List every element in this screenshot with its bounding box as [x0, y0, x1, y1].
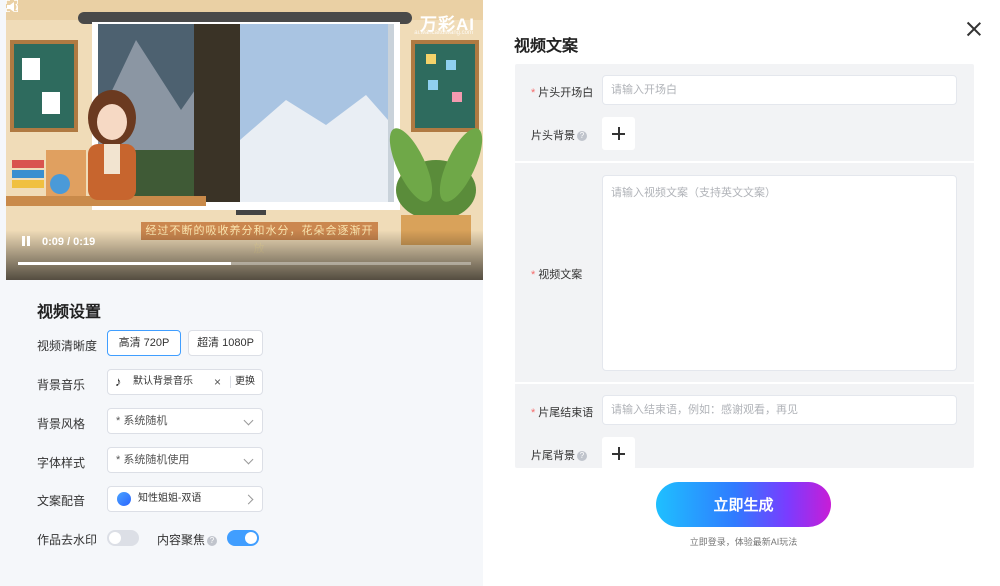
- script-form: *片头开场白 片头背景? *视频文案 *片尾结束语 片尾背景?: [515, 64, 974, 468]
- video-generator-dialog: 万彩AI ai.wancaituiwang.com 经过不断的吸收养分和水分，花…: [0, 0, 1000, 586]
- required-mark: *: [531, 407, 536, 419]
- style-select[interactable]: * 系统随机: [107, 408, 263, 434]
- voice-avatar-icon: [117, 492, 131, 506]
- generate-button[interactable]: 立即生成: [656, 482, 831, 527]
- pause-icon[interactable]: [20, 235, 32, 247]
- help-icon[interactable]: ?: [577, 131, 587, 142]
- ending-input[interactable]: [602, 395, 957, 425]
- chevron-down-icon: [243, 454, 254, 465]
- music-name: 默认背景音乐: [133, 376, 193, 387]
- opening-bg-label: 片头背景?: [531, 127, 587, 143]
- ending-bg-label-text: 片尾背景: [531, 450, 575, 462]
- video-progress-bar[interactable]: [18, 262, 471, 265]
- video-player[interactable]: 万彩AI ai.wancaituiwang.com 经过不断的吸收养分和水分，花…: [6, 0, 483, 280]
- login-tip[interactable]: 立即登录，体验最新AI玩法: [656, 535, 831, 548]
- ending-bg-add-button[interactable]: [602, 437, 635, 468]
- body-label: * 视频文案: [531, 266, 582, 282]
- font-select[interactable]: * 系统随机使用: [107, 447, 263, 473]
- focus-toggle[interactable]: [227, 530, 259, 546]
- music-change-button[interactable]: 更换: [235, 370, 255, 394]
- chevron-right-icon: [243, 494, 254, 505]
- resolution-label: 视频清晰度: [37, 339, 98, 353]
- resolution-1080p-button[interactable]: 超清 1080P: [188, 330, 263, 356]
- opening-label: * 片头开场白: [531, 84, 593, 100]
- fullscreen-icon[interactable]: [6, 0, 18, 12]
- required-mark: *: [531, 87, 536, 99]
- font-label: 字体样式: [37, 456, 86, 470]
- brand-watermark-url: ai.wancaituiwang.com: [414, 30, 473, 36]
- voice-value: 知性姐姐-双语: [138, 493, 202, 504]
- watermark-toggle[interactable]: [107, 530, 139, 546]
- music-clear-icon[interactable]: ×: [214, 370, 221, 394]
- style-label: 背景风格: [37, 417, 86, 431]
- ending-label: * 片尾结束语: [531, 404, 593, 420]
- opening-input[interactable]: [602, 75, 957, 105]
- close-icon[interactable]: [966, 21, 982, 37]
- body-label-text: 视频文案: [538, 269, 583, 281]
- form-divider: [515, 161, 974, 163]
- ending-bg-label: 片尾背景?: [531, 447, 587, 463]
- opening-bg-label-text: 片头背景: [531, 130, 575, 142]
- style-value: * 系统随机: [116, 415, 168, 427]
- settings-panel: 万彩AI ai.wancaituiwang.com 经过不断的吸收养分和水分，花…: [0, 0, 483, 586]
- ending-label-text: 片尾结束语: [538, 407, 594, 419]
- video-progress-fill: [18, 262, 231, 265]
- watermark-label: 作品去水印: [37, 533, 98, 547]
- focus-label: 内容聚焦: [157, 533, 206, 547]
- font-value: * 系统随机使用: [116, 454, 190, 466]
- resolution-720p-button[interactable]: 高清 720P: [107, 330, 181, 356]
- help-icon[interactable]: ?: [207, 535, 218, 546]
- help-icon[interactable]: ?: [577, 451, 587, 462]
- music-selector: ♪ 默认背景音乐 × 更换: [107, 369, 263, 395]
- voice-select[interactable]: 知性姐姐-双语: [107, 486, 263, 512]
- body-textarea[interactable]: [602, 175, 957, 371]
- required-mark: *: [531, 269, 536, 281]
- chevron-down-icon: [243, 415, 254, 426]
- video-time: 0:09 / 0:19: [42, 236, 96, 248]
- music-divider: [230, 376, 231, 388]
- music-label: 背景音乐: [37, 378, 86, 392]
- voice-label: 文案配音: [37, 494, 86, 508]
- opening-bg-add-button[interactable]: [602, 117, 635, 150]
- settings-title: 视频设置: [37, 304, 102, 321]
- script-title: 视频文案: [514, 38, 579, 55]
- focus-label-wrap: 内容聚焦?: [157, 531, 218, 548]
- form-divider: [515, 382, 974, 384]
- opening-label-text: 片头开场白: [538, 87, 594, 99]
- music-note-icon: ♪: [115, 374, 122, 389]
